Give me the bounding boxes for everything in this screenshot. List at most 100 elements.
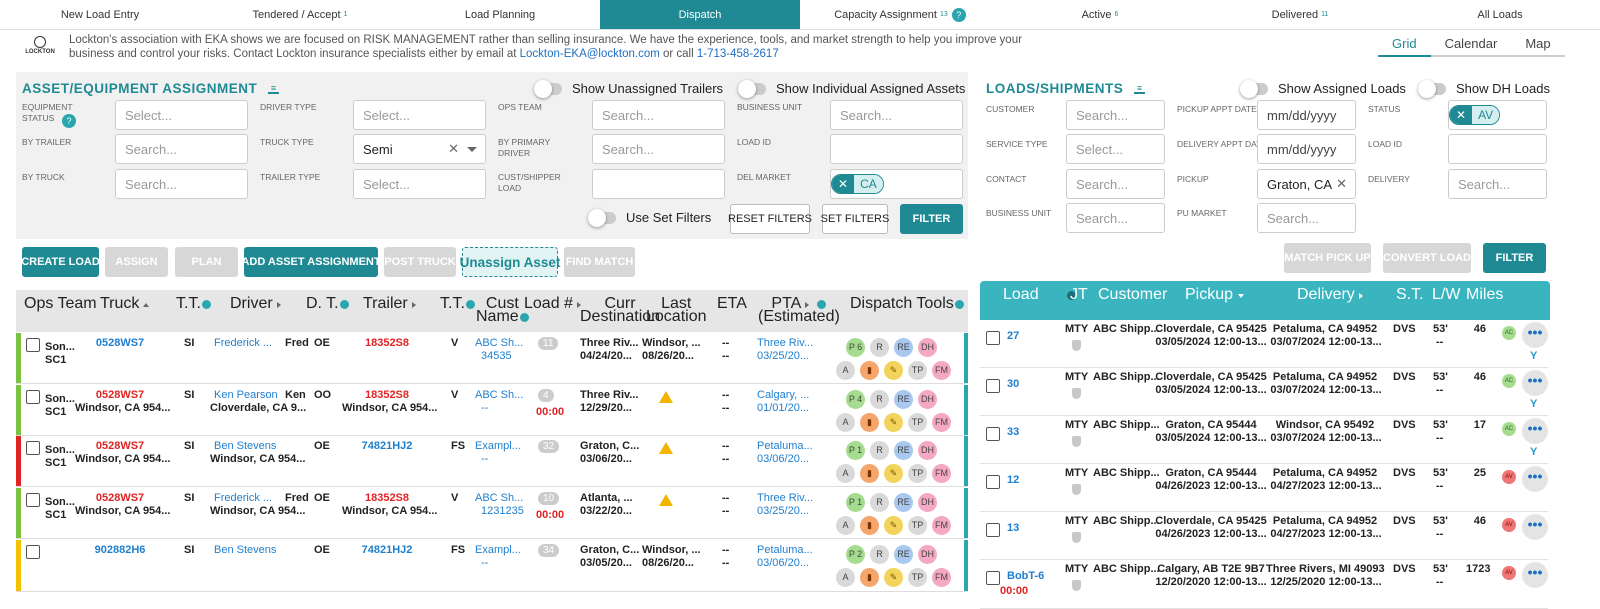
post-truck-button[interactable]: POST TRUCK: [384, 247, 456, 277]
load-link[interactable]: BobT-6: [1007, 570, 1044, 583]
driver-link[interactable]: Ben Stevens: [214, 440, 276, 453]
delivery-appt-date[interactable]: mm/dd/yyyy: [1257, 134, 1356, 164]
status-select[interactable]: ✕ AV: [1448, 100, 1547, 130]
clear-icon[interactable]: ✕: [1336, 176, 1347, 192]
info-icon[interactable]: [201, 300, 211, 309]
pickup-appt-date[interactable]: mm/dd/yyyy: [1257, 100, 1356, 130]
truck-link[interactable]: 0528WS7: [70, 492, 170, 505]
info-icon[interactable]: [954, 300, 964, 309]
split-icon[interactable]: Y: [1530, 398, 1537, 410]
trailer-link[interactable]: 18352S8: [346, 337, 428, 350]
col-truck-type[interactable]: T.T.: [176, 296, 211, 312]
remove-chip-icon[interactable]: ✕: [832, 175, 855, 193]
table-row[interactable]: 902882H6 SI Ben Stevens OE 74821HJ2 FS E…: [16, 540, 968, 592]
dh-tool[interactable]: DH: [918, 545, 937, 564]
load-link[interactable]: 30: [1007, 378, 1019, 391]
truck-link[interactable]: 902882H6: [70, 544, 170, 557]
help-icon[interactable]: ?: [62, 114, 76, 128]
pta-date[interactable]: 03/25/20...: [757, 505, 809, 518]
load-number-badge[interactable]: 32: [538, 440, 560, 453]
cust-shipper-load-input[interactable]: [592, 169, 725, 199]
load-link[interactable]: 13: [1007, 522, 1019, 535]
toggle-assigned-loads[interactable]: Show Assigned Loads: [1240, 79, 1406, 98]
table-row[interactable]: BobT-6 00:00 MTY ABC Shipp... Calgary, A…: [980, 560, 1548, 609]
pta-link[interactable]: Calgary, ...: [757, 389, 809, 402]
assign-button[interactable]: ASSIGN: [105, 247, 168, 277]
del-market-select[interactable]: ✕ CA: [830, 169, 963, 199]
customer-ref[interactable]: 34535: [481, 350, 512, 363]
col-miles[interactable]: Miles: [1466, 287, 1503, 303]
toggle-switch[interactable]: [534, 79, 562, 98]
trailer-link[interactable]: 18352S8: [346, 492, 428, 505]
fm-tool[interactable]: FM: [932, 361, 951, 380]
fm-tool[interactable]: FM: [932, 464, 951, 483]
row-checkbox[interactable]: [986, 427, 1000, 441]
col-load-number[interactable]: Load #: [524, 296, 581, 312]
pta-date[interactable]: 03/06/20...: [757, 453, 809, 466]
dh-tool[interactable]: DH: [918, 338, 937, 357]
sort-icon[interactable]: ≡: [268, 84, 279, 94]
row-checkbox[interactable]: [986, 475, 1000, 489]
fm-tool[interactable]: FM: [932, 413, 951, 432]
driver-link[interactable]: Frederick ...: [214, 337, 272, 350]
email-link[interactable]: Lockton-EKA@lockton.com: [520, 48, 660, 60]
col-lw[interactable]: L/W: [1432, 287, 1460, 303]
customer-link[interactable]: Exampl...: [475, 544, 521, 557]
priority-tool[interactable]: P 1: [846, 441, 865, 460]
tab-delivered[interactable]: Delivered 11: [1200, 0, 1400, 29]
route-tool[interactable]: R: [870, 441, 889, 460]
table-row[interactable]: Son... SC1 0528WS7 SI Frederick ... Fred…: [16, 333, 968, 384]
re-tool[interactable]: RE: [894, 493, 913, 512]
toggle-unassigned-trailers[interactable]: Show Unassigned Trailers: [534, 79, 723, 98]
row-checkbox[interactable]: [26, 545, 40, 559]
info-icon[interactable]: [519, 313, 529, 322]
truck-link[interactable]: 0528WS7: [70, 389, 170, 402]
customer-ref[interactable]: --: [481, 557, 488, 570]
toggle-switch[interactable]: [1240, 79, 1268, 98]
equipment-status-select[interactable]: Select...: [115, 100, 248, 130]
re-tool[interactable]: RE: [894, 545, 913, 564]
col-driver-type[interactable]: D. T.: [306, 296, 349, 312]
re-tool[interactable]: RE: [894, 441, 913, 460]
remove-chip-icon[interactable]: ✕: [1450, 106, 1473, 124]
truck-type-select[interactable]: Semi ✕: [353, 134, 486, 164]
col-trailer-type[interactable]: T.T.: [440, 296, 475, 312]
col-eta[interactable]: ETA: [717, 296, 747, 312]
toggle-dh-loads[interactable]: Show DH Loads: [1418, 79, 1550, 98]
customer-link[interactable]: ABC Sh...: [475, 337, 523, 350]
priority-tool[interactable]: P 6: [846, 338, 865, 357]
status-chip[interactable]: ✕ AV: [1449, 105, 1501, 125]
customer-ref[interactable]: 1231235: [481, 505, 524, 518]
trailer-link[interactable]: 18352S8: [346, 389, 428, 402]
split-icon[interactable]: Y: [1530, 350, 1537, 362]
toggle-switch[interactable]: [738, 79, 766, 98]
tp-tool[interactable]: TP: [908, 361, 927, 380]
edit-icon[interactable]: ✎: [884, 361, 903, 380]
customer-link[interactable]: Exampl...: [475, 440, 521, 453]
col-load[interactable]: Load: [1003, 287, 1076, 303]
driver-link[interactable]: Ken Pearson: [214, 389, 278, 402]
row-checkbox[interactable]: [26, 493, 40, 507]
tab-load-planning[interactable]: Load Planning: [400, 0, 600, 29]
toggle-use-set-filters[interactable]: Use Set Filters: [588, 208, 711, 227]
tab-capacity-assignment[interactable]: Capacity Assignment 13?: [800, 0, 1000, 29]
col-ops-team[interactable]: Ops Team: [24, 296, 97, 312]
business-unit-search[interactable]: Search...: [830, 100, 963, 130]
more-icon[interactable]: •••: [1522, 322, 1548, 348]
contact-search[interactable]: Search...: [1066, 169, 1165, 199]
del-market-chip[interactable]: ✕ CA: [831, 174, 884, 194]
pu-market-search[interactable]: Search...: [1257, 203, 1356, 233]
tp-tool[interactable]: TP: [908, 413, 927, 432]
priority-tool[interactable]: P 2: [846, 545, 865, 564]
view-tab-map[interactable]: Map: [1511, 34, 1565, 57]
dh-tool[interactable]: DH: [918, 493, 937, 512]
dh-tool[interactable]: DH: [918, 441, 937, 460]
col-cust-name[interactable]: Cust Name: [476, 296, 529, 325]
fm-tool[interactable]: FM: [932, 516, 951, 535]
priority-tool[interactable]: P 1: [846, 493, 865, 512]
pta-link[interactable]: Three Riv...: [757, 492, 813, 505]
create-load-button[interactable]: CREATE LOAD: [21, 247, 100, 277]
col-pickup[interactable]: Pickup: [1185, 287, 1245, 303]
assign-tool[interactable]: A: [836, 516, 855, 535]
tp-tool[interactable]: TP: [908, 568, 927, 587]
